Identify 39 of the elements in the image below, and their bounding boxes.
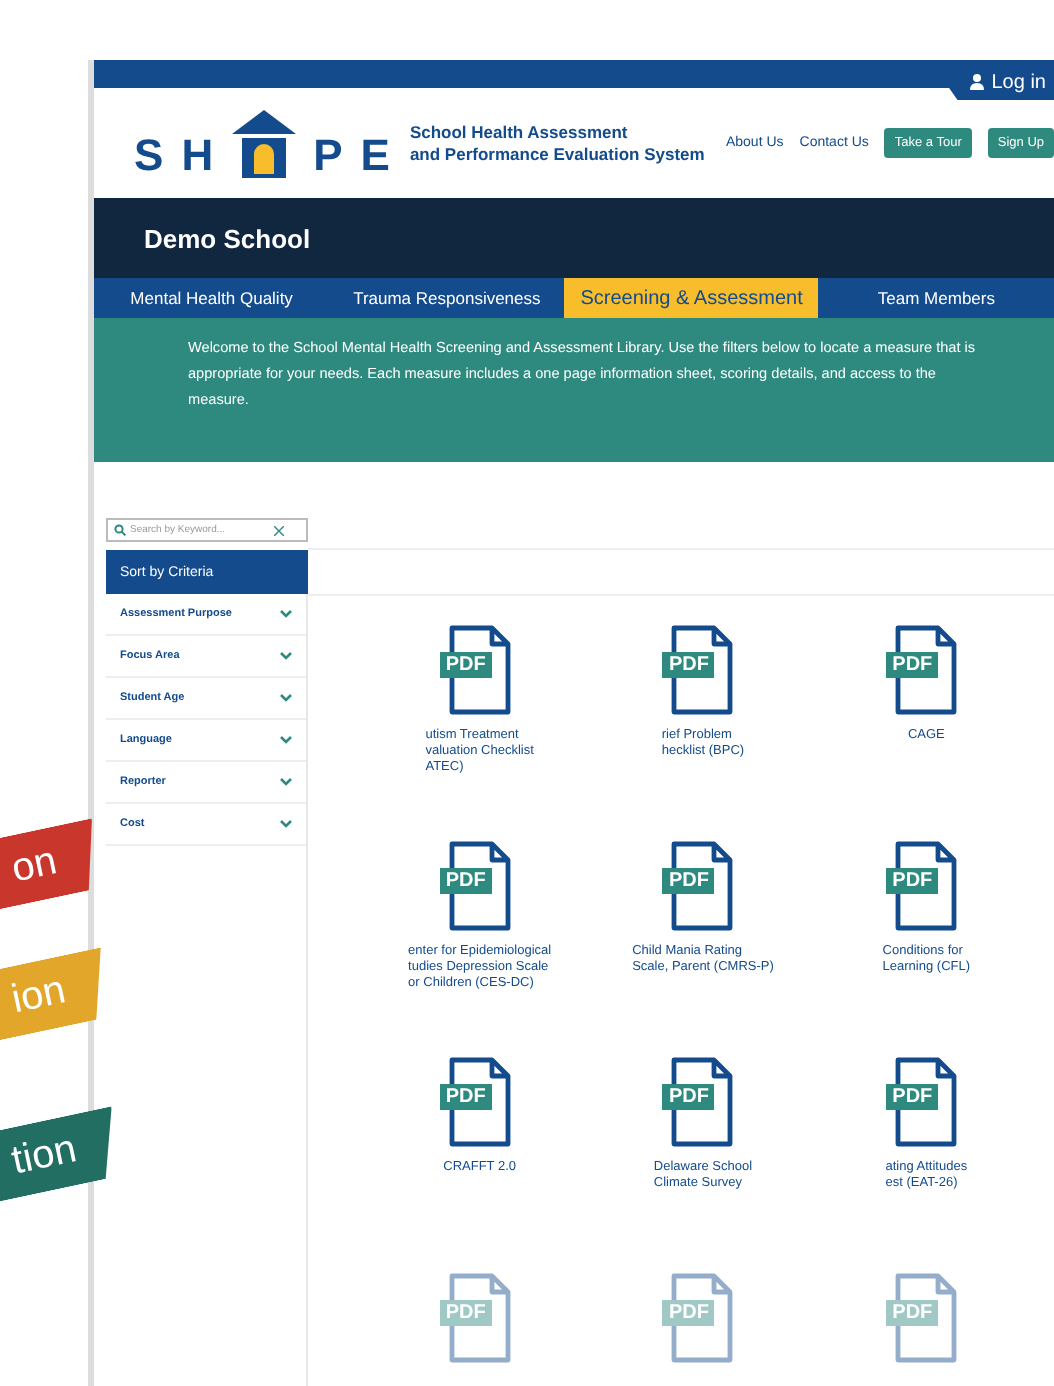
tab[interactable]: Mental Health Quality	[94, 278, 330, 318]
document-icon	[447, 840, 512, 932]
pdf-badge: PDF	[886, 868, 939, 894]
user-icon	[969, 74, 984, 90]
logo-letter: S	[134, 133, 164, 177]
document-icon	[894, 1272, 959, 1364]
document-icon	[447, 624, 512, 716]
login-label: Log in	[991, 71, 1046, 93]
pdf-badge: PDF	[662, 652, 715, 678]
document-icon	[447, 1272, 512, 1364]
pdf-badge: PDF	[439, 868, 492, 894]
document-icon	[670, 1056, 735, 1148]
pdf-badge: PDF	[662, 1084, 715, 1110]
document-icon	[894, 840, 959, 932]
search-icon	[114, 524, 126, 536]
close-icon[interactable]	[274, 525, 284, 535]
pdf-badge: PDF	[662, 1300, 715, 1326]
house-icon	[231, 109, 296, 177]
tab[interactable]: Team Members	[818, 278, 1054, 318]
pdf-badge: PDF	[439, 1300, 492, 1326]
pdf-badge: PDF	[886, 652, 939, 678]
document-icon	[894, 624, 959, 716]
document-icon	[670, 624, 735, 716]
tagline: School Health Assessment and Performance Evaluation System	[409, 121, 705, 165]
pdf-badge: PDF	[439, 652, 492, 678]
document-icon	[670, 840, 735, 932]
pdf-badge: PDF	[662, 868, 715, 894]
logo-letter: H	[181, 133, 214, 177]
school-name: Demo School	[144, 223, 311, 253]
document-icon	[894, 1056, 959, 1148]
logo-letter: P	[313, 133, 343, 177]
pdf-badge: PDF	[439, 1084, 492, 1110]
logo-letter: E	[360, 133, 390, 177]
pdf-badge: PDF	[886, 1300, 939, 1326]
document-icon	[447, 1056, 512, 1148]
document-icon	[670, 1272, 735, 1364]
tab[interactable]: Screening & Assessment	[564, 278, 819, 318]
tab[interactable]: Trauma Responsiveness	[329, 278, 565, 318]
pdf-badge: PDF	[886, 1084, 939, 1110]
